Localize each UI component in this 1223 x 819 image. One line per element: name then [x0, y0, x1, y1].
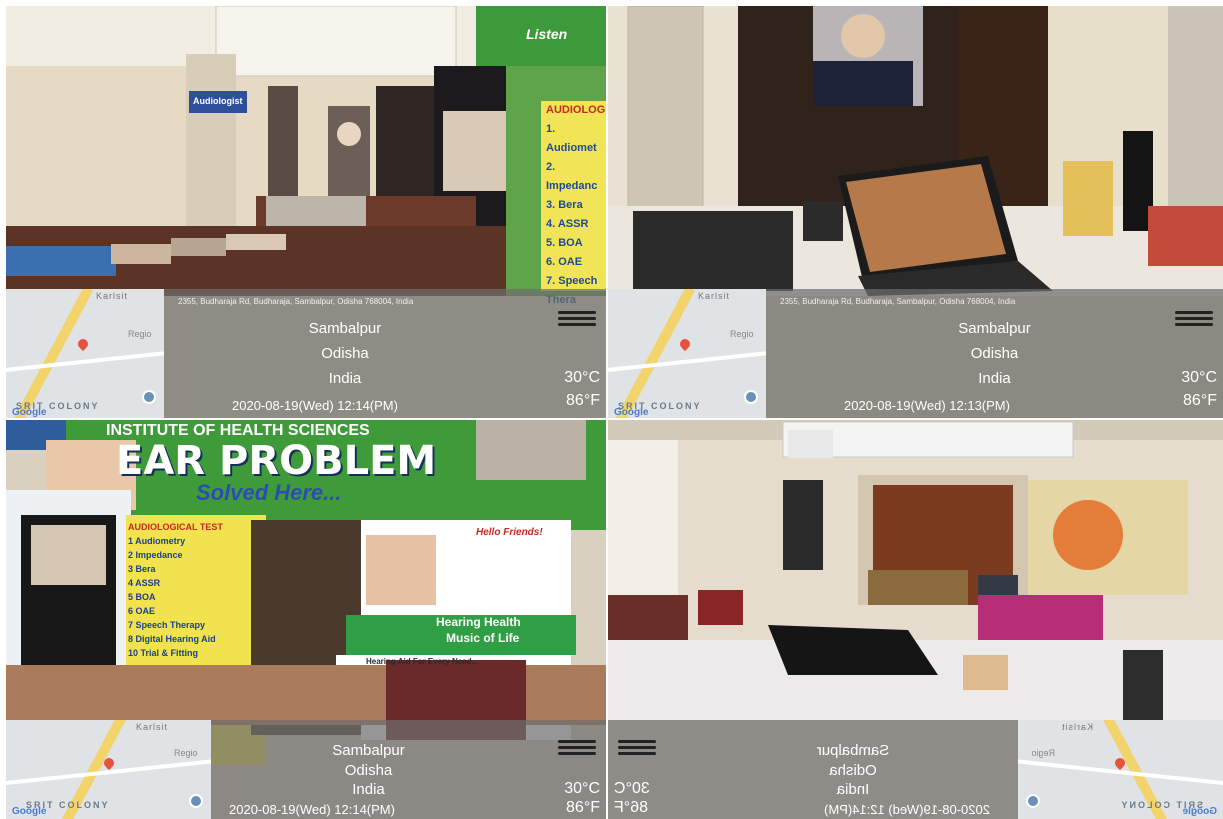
photo-panel-1: Audiologist Listen AUDIOLOGI 1. Audiomet… [6, 6, 606, 418]
sign-line: 4 ASSR [128, 578, 161, 588]
map-top-label: Karlsit [136, 722, 169, 732]
temperature-fahrenheit: 86°F [614, 799, 648, 816]
info-box: 2355, Budharaja Rd, Budharaja, Sambalpur… [164, 289, 606, 418]
datetime-text: 2020-08-19(Wed) 12:13(PM) [844, 398, 1010, 413]
geo-overlay-1: Karlsit Regio SRIT COLONY Google 2355, B… [6, 289, 606, 418]
temperature-fahrenheit: 86°F [566, 392, 600, 409]
geo-overlay-4-mirrored: Karlsit Regio SRIT COLONY Google Sambalp… [608, 720, 1223, 819]
state-text: Odisha [321, 345, 369, 362]
temperature-celsius: 30°C [614, 780, 650, 797]
sign-audiologist: Audiologist [193, 96, 243, 106]
sign-line: 5. BOA [546, 237, 583, 249]
sign-line: 5 BOA [128, 592, 156, 602]
state-text: Odisha [970, 345, 1019, 362]
sign-line: 4. ASSR [546, 218, 589, 230]
sign-line: 2 Impedance [128, 550, 183, 560]
sign-audiology-list: AUDIOLOGI 1. Audiomet 2. Impedanc 3. Ber… [546, 101, 606, 310]
map-thumbnail: Karlsit Regio SRIT COLONY Google [608, 289, 766, 418]
country-text: India [978, 370, 1011, 387]
info-box: Sambalpur Odisha India 30°C 86°F 2020-08… [608, 720, 1018, 819]
datetime-text: 2020-08-19(Wed) 12:14(PM) [229, 802, 395, 817]
state-text: Odisha [829, 762, 877, 779]
temperature-celsius: 30°C [1181, 369, 1217, 386]
temperature-celsius: 30°C [564, 780, 600, 797]
map-pin-icon [677, 336, 693, 352]
google-logo: Google [1182, 806, 1217, 817]
country-text: India [352, 781, 385, 798]
sign-line: 1. Audiomet [546, 123, 597, 154]
sign-line: 8 Digital Hearing Aid [128, 634, 216, 644]
sign-line: 10 Trial & Fitting [128, 648, 199, 658]
state-text: Odisha [344, 762, 393, 779]
google-logo: Google [12, 806, 47, 817]
geo-overlay-2: Karlsit Regio SRIT COLONY Google 2355, B… [608, 289, 1223, 418]
sign-line: 6. OAE [546, 256, 583, 268]
geo-overlay-3: Karlsit Regio SRIT COLONY Google Sambalp… [6, 720, 606, 819]
map-top-label: Karlsit [1060, 722, 1093, 732]
map-region-label: Regio [730, 329, 754, 339]
temperature-celsius: 30°C [564, 369, 600, 386]
poster-hearing-health: Hearing Health [436, 615, 521, 629]
sign-line: AUDIOLOGI [546, 104, 606, 116]
poster-hello-friends: Hello Friends! [476, 527, 543, 538]
map-top-label: Karlsit [96, 291, 129, 301]
city-text: Sambalpur [816, 742, 890, 759]
banner-solved-here: Solved Here... [196, 480, 342, 505]
city-text: Sambalpur [332, 742, 405, 759]
sign-line: 7 Speech Therapy [128, 620, 206, 630]
country-text: India [328, 370, 362, 387]
address-text: 2355, Budharaja Rd, Budharaja, Sambalpur… [178, 297, 414, 306]
sign-line: 6 OAE [128, 606, 156, 616]
photo-panel-4: Karlsit Regio SRIT COLONY Google Sambalp… [608, 420, 1223, 819]
country-text: India [836, 781, 870, 798]
city-text: Sambalpur [308, 320, 382, 337]
sign-line: 3. Bera [546, 199, 583, 211]
poster-music-of-life: Music of Life [446, 631, 520, 645]
datetime-text: 2020-08-19(Wed) 12:14(PM) [824, 802, 990, 817]
map-top-label: Karlsit [698, 291, 731, 301]
poster-hearing-aid: Hearing Aid For Every Need... [366, 657, 479, 666]
sign-line: 3 Bera [128, 564, 156, 574]
info-box: 2355, Budharaja Rd, Budharaja, Sambalpur… [766, 289, 1223, 418]
sign-listen: Listen [526, 26, 568, 42]
sign-line: AUDIOLOGICAL TEST [128, 522, 223, 532]
photo-panel-3: INSTITUTE OF HEALTH SCIENCES EAR PROBLEM… [6, 420, 606, 819]
google-logo: Google [614, 407, 649, 418]
map-pin-icon [75, 336, 91, 352]
map-location-icon [142, 390, 156, 404]
datetime-text: 2020-08-19(Wed) 12:14(PM) [232, 398, 398, 413]
audiological-test-list: AUDIOLOGICAL TEST 1 Audiometry 2 Impedan… [128, 520, 268, 660]
sign-line: 1 Audiometry [128, 536, 186, 546]
sign-line: 2. Impedanc [546, 161, 598, 192]
city-text: Sambalpur [958, 320, 1031, 337]
map-location-icon [744, 390, 758, 404]
google-logo: Google [12, 407, 47, 418]
banner-ear-problem: EAR PROBLEM [116, 438, 437, 484]
photo-panel-2: Karlsit Regio SRIT COLONY Google 2355, B… [608, 6, 1223, 418]
info-box: Sambalpur Odisha India 30°C 86°F 2020-08… [211, 720, 606, 819]
temperature-fahrenheit: 86°F [1183, 392, 1217, 409]
address-text: 2355, Budharaja Rd, Budharaja, Sambalpur… [780, 297, 1016, 306]
temperature-fahrenheit: 86°F [566, 799, 600, 816]
